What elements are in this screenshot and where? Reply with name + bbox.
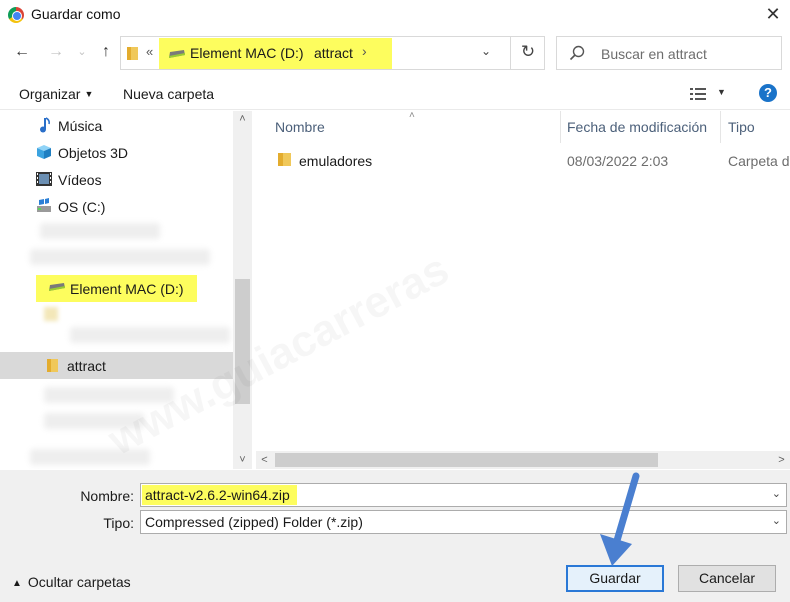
table-row[interactable]: emuladores 08/03/2022 2:03 Carpeta de (256, 149, 790, 171)
column-divider[interactable] (720, 111, 721, 143)
chevron-up-icon: ▲ (12, 578, 22, 589)
back-button[interactable]: ← (12, 42, 32, 62)
nav-item-label: attract (67, 358, 106, 374)
file-list: ˄ Nombre Fecha de modificación Tipo emul… (256, 111, 790, 469)
objects-3d-icon (37, 145, 51, 159)
scroll-thumb[interactable] (235, 279, 250, 404)
breadcrumb-drive[interactable]: Element MAC (D:) (190, 45, 304, 61)
refresh-button[interactable]: ↻ (510, 37, 545, 69)
sort-indicator: ˄ (409, 111, 415, 121)
search-icon (569, 45, 585, 61)
address-dropdown-button[interactable]: ⌄ (481, 44, 491, 58)
drive-icon (37, 198, 51, 212)
breadcrumb-attract[interactable]: attract (314, 45, 353, 61)
organize-button[interactable]: Organizar ▼ (19, 86, 93, 102)
hide-folders-label: Ocultar carpetas (27, 574, 131, 590)
folder-icon (127, 47, 138, 60)
nav-item-element-mac-d[interactable]: Element MAC (D:) (0, 275, 233, 302)
scroll-thumb[interactable] (275, 453, 658, 467)
nav-item-videos[interactable]: Vídeos (0, 166, 233, 193)
chevron-down-icon: ▼ (84, 89, 94, 99)
nav-item-label: Vídeos (58, 172, 102, 188)
blurred-item (30, 249, 210, 265)
navigation-pane: Música Objetos 3D Vídeos OS (C:) Element… (0, 111, 252, 469)
title-bar: Guardar como ✕ (0, 0, 790, 30)
scroll-left-button[interactable]: < (256, 451, 273, 469)
close-button[interactable]: ✕ (756, 0, 790, 30)
folder-icon (278, 153, 291, 166)
file-name: emuladores (299, 153, 373, 169)
folder-icon (47, 359, 58, 372)
help-icon[interactable]: ? (759, 84, 777, 102)
cancel-button[interactable]: Cancelar (678, 565, 776, 592)
column-header-name[interactable]: Nombre (275, 119, 325, 135)
music-icon (40, 117, 50, 133)
hide-folders-button[interactable]: ▲ Ocultar carpetas (12, 574, 131, 590)
file-type: Carpeta de (728, 153, 790, 169)
filename-input[interactable]: attract-v2.6.2-win64.zip ⌄ (140, 483, 787, 507)
view-options-icon[interactable] (690, 88, 706, 100)
column-header-type[interactable]: Tipo (728, 119, 755, 135)
videos-icon (36, 172, 52, 186)
filename-value: attract-v2.6.2-win64.zip (145, 487, 290, 503)
file-type-value: Compressed (zipped) Folder (*.zip) (145, 514, 363, 530)
name-label: Nombre: (80, 488, 134, 504)
address-bar[interactable]: « Element MAC (D:) attract › ⌄ ↻ (120, 36, 545, 70)
column-header-modified[interactable]: Fecha de modificación (567, 119, 707, 135)
nav-item-os-c[interactable]: OS (C:) (0, 193, 233, 220)
blurred-item (40, 223, 160, 239)
drive-icon (169, 50, 185, 58)
nav-item-musica[interactable]: Música (0, 112, 233, 139)
nav-pane-scrollbar[interactable]: ˄ ˅ (233, 111, 252, 469)
file-modified: 08/03/2022 2:03 (567, 153, 669, 169)
blurred-item (44, 387, 174, 403)
drive-icon (49, 283, 65, 291)
command-bar: Organizar ▼ Nueva carpeta ▼ ? (0, 78, 790, 110)
scroll-right-button[interactable]: > (773, 451, 790, 469)
navigation-row: ← → ⌄ ↑ « Element MAC (D:) attract › ⌄ ↻… (0, 34, 790, 72)
blurred-item (44, 413, 144, 429)
blurred-item (30, 449, 150, 465)
save-form-panel: Nombre: attract-v2.6.2-win64.zip ⌄ Tipo:… (0, 470, 790, 602)
view-options-dropdown[interactable]: ▼ (717, 87, 726, 97)
forward-button[interactable]: → (46, 42, 66, 62)
new-folder-button[interactable]: Nueva carpeta (123, 86, 214, 102)
save-button[interactable]: Guardar (566, 565, 664, 592)
nav-item-attract[interactable]: attract (0, 352, 233, 379)
chevron-down-icon[interactable]: ⌄ (772, 514, 781, 527)
blurred-item (70, 327, 230, 343)
nav-item-label: Objetos 3D (58, 145, 129, 161)
up-button[interactable]: ↑ (96, 42, 116, 62)
scroll-down-button[interactable]: ˅ (233, 452, 252, 469)
nav-item-label: OS (C:) (58, 199, 106, 215)
chrome-icon (8, 7, 24, 23)
recent-locations-button[interactable]: ⌄ (72, 42, 92, 62)
search-placeholder: Buscar en attract (601, 46, 707, 62)
blurred-item (44, 307, 58, 321)
nav-item-label: Element MAC (D:) (70, 281, 184, 297)
type-label: Tipo: (103, 515, 134, 531)
organize-label: Organizar (19, 86, 81, 102)
address-overflow[interactable]: « (146, 44, 153, 59)
nav-item-label: Música (58, 118, 103, 134)
breadcrumb-separator[interactable]: › (362, 43, 367, 59)
nav-item-objetos-3d[interactable]: Objetos 3D (0, 139, 233, 166)
chevron-down-icon[interactable]: ⌄ (772, 487, 781, 500)
file-list-horizontal-scrollbar[interactable]: < > (256, 451, 790, 469)
column-divider[interactable] (560, 111, 561, 143)
scroll-up-button[interactable]: ˄ (233, 111, 252, 128)
search-input[interactable]: Buscar en attract (556, 36, 782, 70)
file-type-select[interactable]: Compressed (zipped) Folder (*.zip) ⌄ (140, 510, 787, 534)
window-title: Guardar como (31, 6, 121, 22)
